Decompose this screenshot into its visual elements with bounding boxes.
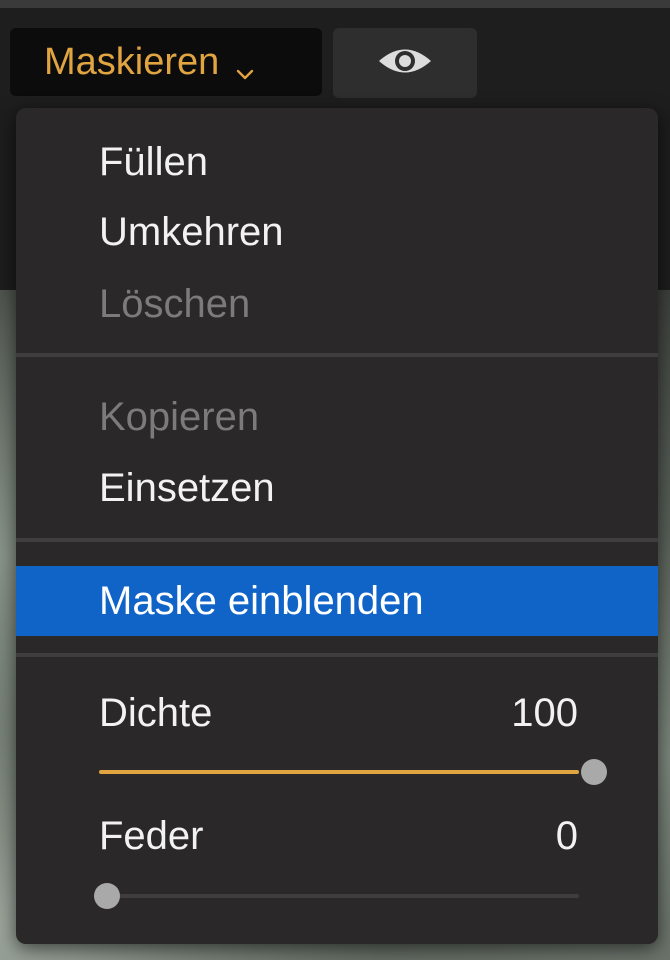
feather-label: Feder (99, 814, 204, 858)
mask-button-label: Maskieren (44, 40, 220, 83)
density-value: 100 (511, 691, 578, 735)
menu-separator (16, 538, 658, 542)
menu-item-invert[interactable]: Umkehren (16, 198, 658, 266)
mask-menu: Füllen Umkehren Löschen Kopieren Einsetz… (16, 108, 658, 944)
menu-separator (16, 353, 658, 357)
menu-item-show-mask[interactable]: Maske einblenden (16, 566, 658, 636)
chevron-down-icon (235, 52, 255, 80)
density-slider[interactable] (99, 759, 607, 785)
feather-slider-thumb[interactable] (94, 883, 120, 909)
show-mask-toggle-button[interactable] (333, 28, 477, 98)
menu-item-delete: Löschen (99, 281, 251, 326)
eye-icon (376, 44, 434, 83)
menu-item-copy: Kopieren (99, 394, 260, 439)
density-label: Dichte (99, 691, 213, 735)
feather-slider[interactable] (94, 883, 579, 909)
menu-separator (16, 653, 658, 657)
density-slider-fill (99, 770, 579, 774)
mask-dropdown-button[interactable]: Maskieren (10, 28, 322, 96)
menu-item-fill[interactable]: Füllen (16, 128, 658, 196)
window-top-edge (0, 0, 670, 8)
density-slider-thumb[interactable] (581, 759, 607, 785)
menu-item-paste[interactable]: Einsetzen (16, 454, 658, 522)
feather-value: 0 (555, 814, 578, 858)
